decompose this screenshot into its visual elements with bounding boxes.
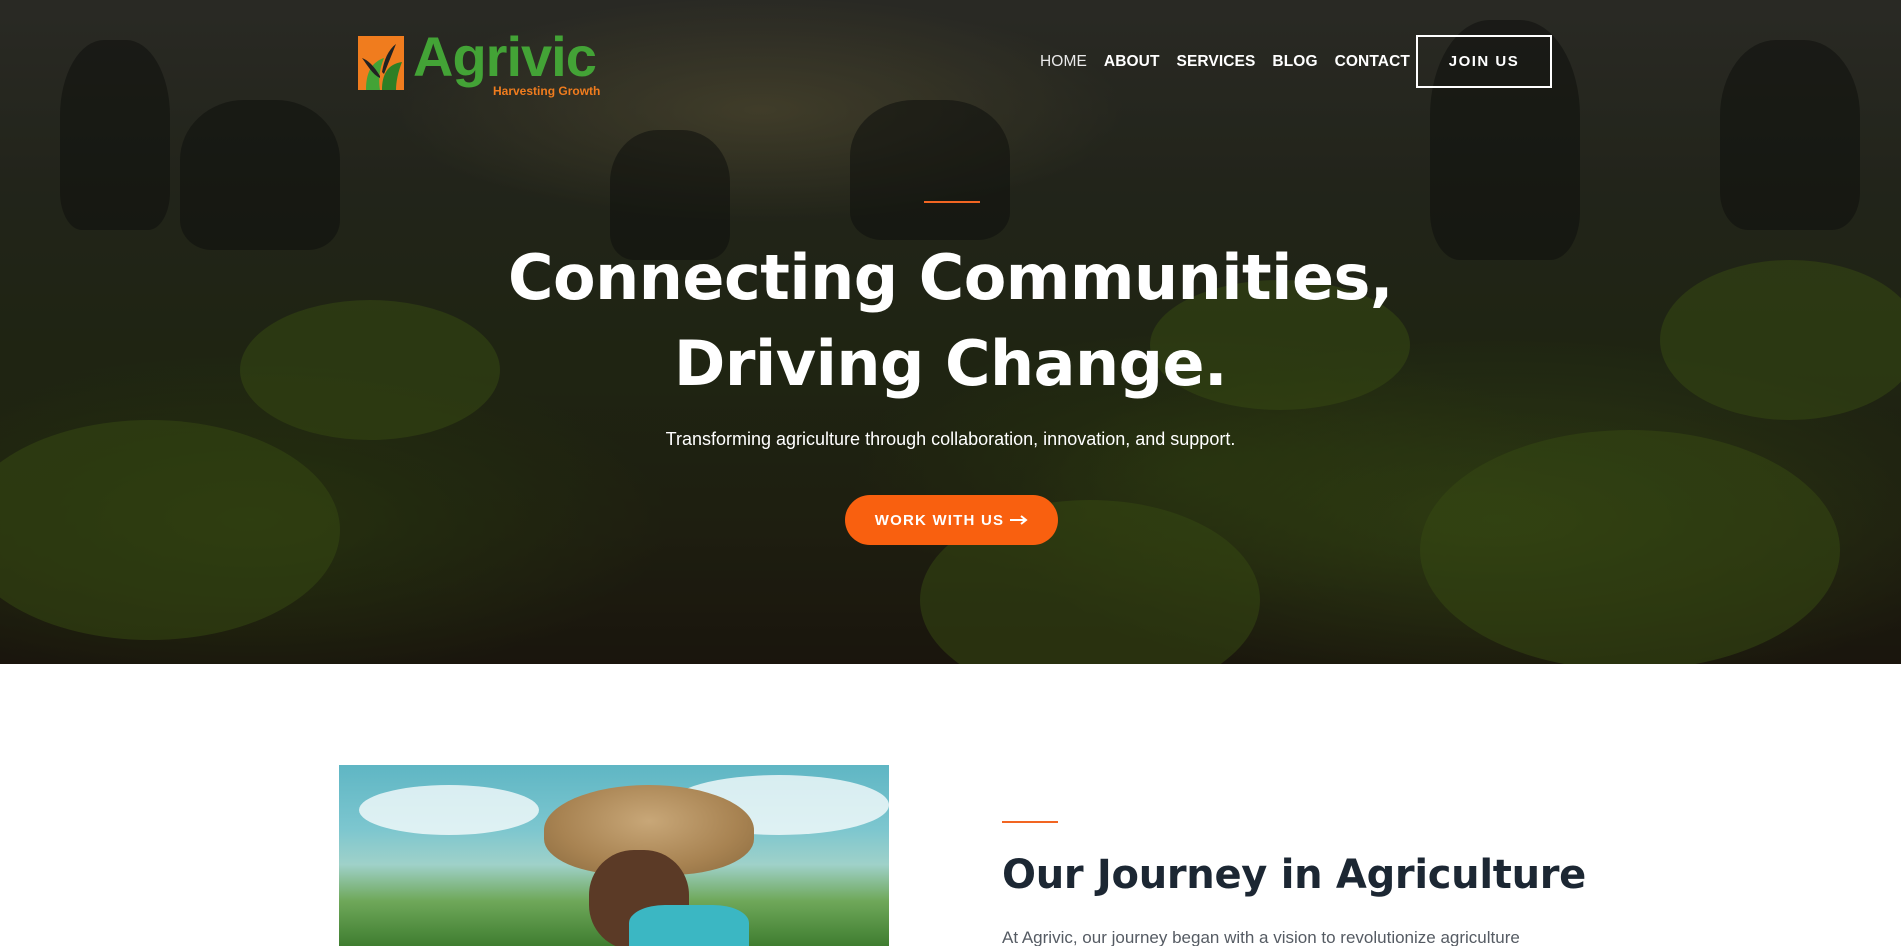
photo-cloud [359, 785, 539, 835]
arrow-right-icon [1010, 515, 1028, 525]
brand-logo[interactable]: Agrivic Harvesting Growth [358, 25, 613, 100]
about-text: At Agrivic, our journey began with a vis… [1002, 928, 1520, 946]
leaf-logo-icon [358, 36, 404, 90]
hero-title: Connecting Communities, Driving Change. [508, 241, 1393, 400]
about-title: Our Journey in Agriculture [1002, 852, 1586, 898]
hero-section: Agrivic Harvesting Growth HOME ABOUT SER… [0, 0, 1901, 664]
nav-item-blog[interactable]: BLOG [1272, 53, 1317, 71]
logo-tagline: Harvesting Growth [493, 84, 601, 98]
nav-item-contact[interactable]: CONTACT [1335, 53, 1410, 71]
farmer-photo [339, 765, 889, 946]
hero-accent-line [924, 201, 980, 203]
nav-item-home[interactable]: HOME [1040, 53, 1087, 71]
hero-subtitle: Transforming agriculture through collabo… [665, 429, 1236, 449]
join-us-button[interactable]: JOIN US [1416, 35, 1552, 88]
about-accent-line [1002, 821, 1058, 823]
work-with-us-button[interactable]: WORK WITH US [845, 495, 1058, 545]
main-navigation: HOME ABOUT SERVICES BLOG CONTACT [1040, 53, 1410, 71]
farmer-shirt [629, 905, 749, 946]
work-with-us-label: WORK WITH US [874, 511, 1005, 529]
nav-item-services[interactable]: SERVICES [1177, 53, 1256, 71]
nav-item-about[interactable]: ABOUT [1104, 53, 1160, 71]
logo-wordmark: Agrivic [413, 25, 597, 88]
